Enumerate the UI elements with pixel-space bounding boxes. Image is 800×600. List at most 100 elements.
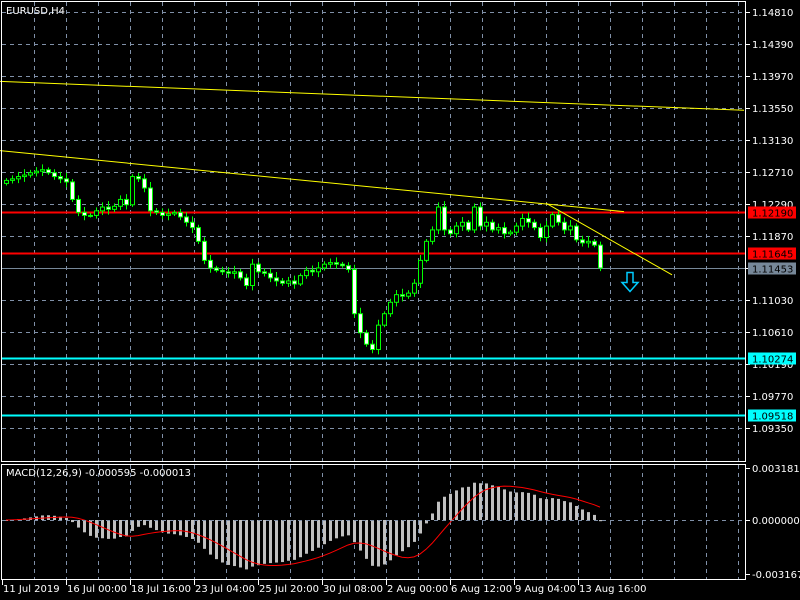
candle-body — [370, 343, 375, 351]
macd-histogram-bar — [431, 513, 434, 520]
macd-histogram-bar — [113, 520, 116, 539]
price-tick-label: 1.14810 — [752, 8, 793, 19]
macd-histogram-bar — [203, 520, 206, 549]
macd-histogram-bar — [71, 520, 74, 523]
candle — [466, 219, 471, 232]
candle-body — [184, 216, 189, 223]
macd-histogram-bar — [221, 520, 224, 563]
candle-body — [346, 265, 351, 271]
candle — [352, 264, 357, 318]
time-label: 23 Jul 04:00 — [195, 584, 255, 595]
bid-price-label: 1.11453 — [752, 265, 793, 276]
candle — [418, 255, 423, 289]
price-tick-label: 1.13130 — [752, 136, 793, 147]
macd-histogram-bar — [191, 520, 194, 539]
candle-body — [550, 214, 555, 227]
candle-body — [580, 239, 585, 244]
candle-body — [106, 206, 111, 210]
trading-chart[interactable]: 1.14810 1.14390 1.13970 1.13550 1.13130 1.127… — [0, 0, 800, 600]
candle-body — [118, 198, 123, 207]
macd-histogram-bar — [263, 520, 266, 564]
chart-title: EURUSD,H4 — [6, 6, 65, 17]
candle — [130, 174, 135, 207]
macd-histogram-bar — [287, 520, 290, 561]
candle-body — [292, 280, 297, 285]
macd-histogram-bar — [311, 520, 314, 551]
candle-body — [244, 277, 249, 287]
candle-body — [208, 259, 213, 269]
candle-body — [502, 227, 507, 235]
macd-histogram-bar — [257, 520, 260, 566]
candle-body — [514, 225, 519, 233]
candle-body — [394, 294, 399, 303]
candle-body — [484, 221, 489, 227]
candle-body — [166, 213, 171, 216]
macd-histogram-bar — [527, 492, 530, 520]
candle-body — [238, 271, 243, 279]
macd-histogram-bar — [461, 487, 464, 520]
macd-histogram-bar — [593, 514, 596, 520]
candle-body — [232, 271, 237, 274]
candle-body — [76, 198, 81, 213]
macd-histogram-bar — [407, 520, 410, 548]
candle-body — [310, 269, 315, 273]
resistance-lower-label: 1.11645 — [752, 250, 793, 261]
candle-body — [262, 271, 267, 274]
candle-body — [256, 263, 261, 273]
candle-body — [316, 267, 321, 273]
macd-histogram-bar — [401, 520, 404, 552]
macd-histogram-bar — [95, 520, 98, 538]
candle-body — [556, 214, 561, 223]
candle-body — [16, 176, 21, 180]
candle-body — [190, 221, 195, 229]
resistance-upper-label: 1.12190 — [752, 209, 793, 220]
chart-background — [0, 0, 800, 600]
candle — [550, 212, 555, 229]
candle — [472, 203, 477, 234]
macd-histogram-bar — [557, 498, 560, 520]
candle-body — [544, 225, 549, 239]
candle-body — [526, 217, 531, 223]
candle-body — [10, 178, 15, 181]
candle-body — [268, 272, 273, 279]
candle-body — [58, 176, 63, 180]
candle-body — [418, 259, 423, 284]
macd-histogram-bar — [587, 512, 590, 520]
macd-histogram-bar — [77, 520, 80, 528]
macd-histogram-bar — [479, 483, 482, 520]
macd-histogram-bar — [353, 520, 356, 543]
time-label: 18 Jul 16:00 — [131, 584, 191, 595]
price-tick-label: 1.14390 — [752, 40, 793, 51]
candle-body — [226, 271, 231, 274]
candle-body — [52, 172, 57, 178]
candle-body — [376, 324, 381, 351]
candle — [436, 202, 441, 235]
macd-histogram-bar — [563, 501, 566, 520]
macd-histogram-bar — [239, 520, 242, 568]
candle-body — [196, 227, 201, 242]
macd-histogram-bar — [383, 520, 386, 565]
candle-body — [460, 221, 465, 227]
candle-body — [202, 240, 207, 261]
candle-body — [538, 227, 543, 239]
macd-histogram-bar — [341, 520, 344, 537]
candle-body — [520, 217, 525, 227]
candle-body — [454, 225, 459, 235]
macd-histogram-bar — [329, 520, 332, 541]
candle-body — [274, 277, 279, 282]
macd-histogram-bar — [503, 489, 506, 520]
macd-histogram-bar — [581, 509, 584, 520]
candle-body — [466, 221, 471, 231]
price-tick-label: 1.13550 — [752, 104, 793, 115]
candle-body — [298, 275, 303, 285]
macd-histogram-bar — [395, 520, 398, 556]
macd-histogram-bar — [65, 517, 68, 520]
candle-body — [508, 231, 513, 235]
candle-body — [472, 206, 477, 231]
macd-histogram-bar — [443, 496, 446, 520]
candle-body — [142, 178, 147, 189]
candle-body — [322, 263, 327, 269]
support-upper-label: 1.10274 — [752, 355, 793, 366]
candle — [376, 319, 381, 355]
candle-body — [172, 211, 177, 215]
